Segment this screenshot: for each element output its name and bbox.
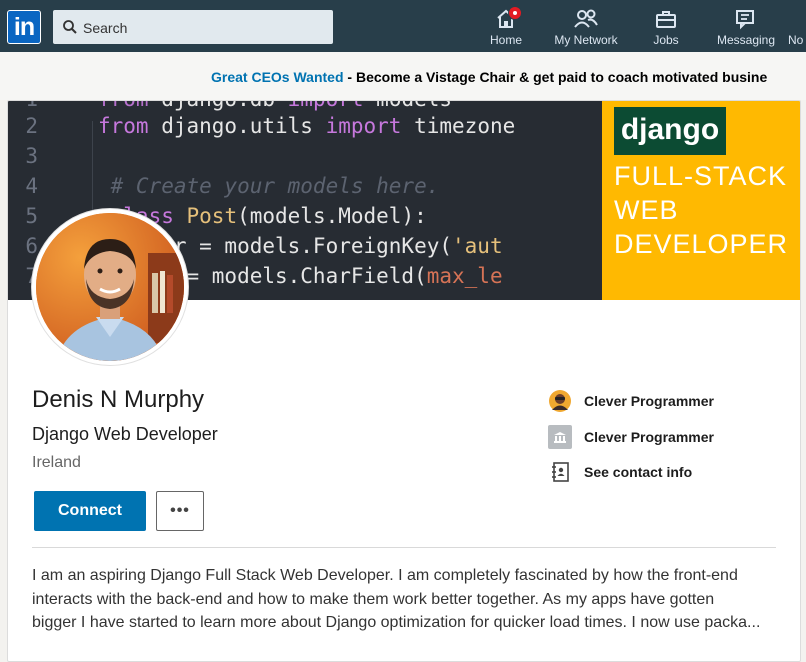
promo-title: FULL-STACK WEB DEVELOPER bbox=[614, 161, 789, 259]
search-icon bbox=[63, 20, 77, 34]
profile-location: Ireland bbox=[32, 454, 81, 471]
nav-notifications[interactable]: No bbox=[788, 6, 806, 50]
profile-card: 1from django.db import models 2from djan… bbox=[7, 100, 801, 662]
network-icon bbox=[574, 9, 598, 28]
top-navigation-bar: in Home My Network Jobs bbox=[0, 0, 806, 52]
sponsored-ad-strip: Great CEOs Wanted - Become a Vistage Cha… bbox=[0, 52, 806, 100]
profile-summary[interactable]: I am an aspiring Django Full Stack Web D… bbox=[32, 564, 776, 635]
django-logo: django bbox=[614, 107, 726, 155]
profile-headline: Django Web Developer bbox=[32, 424, 218, 444]
code-line: 4 # Create your models here. bbox=[25, 174, 440, 198]
nav-messaging[interactable]: Messaging bbox=[712, 6, 780, 50]
ad-separator: - bbox=[343, 69, 356, 85]
summary-line: bigger I have started to learn more abou… bbox=[32, 614, 761, 631]
nav-label: No bbox=[788, 33, 804, 47]
django-course-promo: django FULL-STACK WEB DEVELOPER bbox=[602, 101, 800, 300]
nav-my-network[interactable]: My Network bbox=[548, 6, 624, 50]
nav-label: Messaging bbox=[716, 33, 776, 47]
notification-badge bbox=[508, 6, 522, 20]
avatar-photo bbox=[36, 213, 184, 361]
search-input[interactable] bbox=[81, 10, 325, 46]
contact-card-icon bbox=[552, 462, 569, 482]
profile-name: Denis N Murphy bbox=[32, 386, 205, 413]
summary-line: I am an aspiring Django Full Stack Web D… bbox=[32, 567, 738, 584]
nav-label: Jobs bbox=[653, 33, 679, 47]
more-actions-button[interactable]: ••• bbox=[156, 491, 204, 531]
connect-button[interactable]: Connect bbox=[34, 491, 146, 531]
briefcase-icon bbox=[656, 11, 676, 28]
profile-avatar[interactable] bbox=[32, 209, 188, 365]
nav-label: My Network bbox=[554, 33, 618, 47]
messaging-icon bbox=[736, 10, 754, 30]
school-icon bbox=[548, 425, 572, 449]
ad-headline-link[interactable]: Great CEOs Wanted bbox=[211, 69, 344, 85]
linkedin-logo[interactable]: in bbox=[7, 10, 41, 44]
ad-text[interactable]: Become a Vistage Chair & get paid to coa… bbox=[356, 69, 767, 85]
section-divider bbox=[32, 547, 776, 548]
notifications-icon bbox=[788, 6, 806, 33]
search-box[interactable] bbox=[53, 10, 333, 46]
nav-home[interactable]: Home bbox=[478, 6, 534, 50]
nav-label: Home bbox=[489, 33, 522, 47]
company-logo-icon bbox=[549, 390, 571, 412]
summary-line: interacts with the back-end and how to m… bbox=[32, 590, 715, 608]
code-line: 2 from django.utils import timezone bbox=[25, 114, 516, 138]
code-line: 3 bbox=[25, 144, 38, 168]
nav-jobs[interactable]: Jobs bbox=[642, 6, 690, 50]
